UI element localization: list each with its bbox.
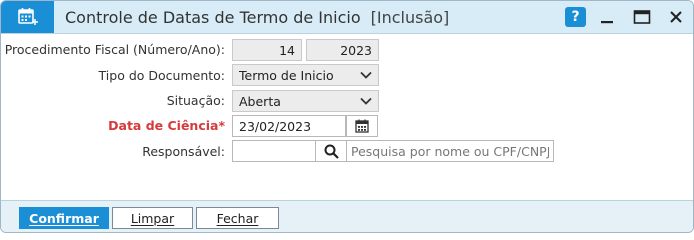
chevron-down-icon <box>360 71 372 79</box>
footer-bar: Confirmar Limpar Fechar <box>1 200 693 232</box>
help-icon: ? <box>571 9 580 25</box>
confirm-button[interactable]: Confirmar <box>19 207 109 229</box>
responsavel-code-field[interactable] <box>232 140 316 162</box>
procedimento-ano-value: 2023 <box>340 42 372 58</box>
chevron-down-icon <box>360 97 372 105</box>
procedimento-ano-field: 2023 <box>306 39 379 61</box>
window-title: Controle de Datas de Termo de Inicio [Inc… <box>65 8 449 27</box>
procedimento-label: Procedimento Fiscal (Número/Ano): <box>4 42 225 57</box>
data-ciencia-input[interactable] <box>239 118 339 134</box>
calendar-icon <box>355 119 369 133</box>
responsavel-search-input[interactable] <box>351 143 549 159</box>
close-form-button[interactable]: Fechar <box>196 207 279 229</box>
calendar-plus-icon <box>1 1 54 33</box>
close-icon <box>669 11 682 23</box>
responsavel-search-button[interactable] <box>315 140 347 162</box>
minimize-button[interactable] <box>596 7 617 27</box>
help-button[interactable]: ? <box>565 7 586 27</box>
responsavel-search-field[interactable] <box>346 140 554 162</box>
procedimento-numero-value: 14 <box>279 42 295 58</box>
responsavel-code-input[interactable] <box>239 143 309 159</box>
tipo-documento-select[interactable]: Termo de Inicio <box>232 64 379 86</box>
calendar-button[interactable] <box>346 115 378 137</box>
maximize-icon <box>633 10 650 24</box>
close-button[interactable] <box>665 7 686 27</box>
minimize-icon <box>600 21 613 24</box>
situacao-value: Aberta <box>239 93 281 109</box>
clear-button[interactable]: Limpar <box>112 207 193 229</box>
window-mode: [Inclusão] <box>370 8 450 27</box>
search-icon <box>324 144 339 159</box>
data-ciencia-field[interactable] <box>232 115 346 137</box>
tipo-documento-value: Termo de Inicio <box>239 67 334 83</box>
data-ciencia-label: Data de Ciência* <box>108 118 225 133</box>
procedimento-numero-field: 14 <box>232 39 302 61</box>
tipo-documento-label: Tipo do Documento: <box>98 68 225 83</box>
dialog-window: Controle de Datas de Termo de Inicio [Inc… <box>0 0 694 233</box>
window-title-text: Controle de Datas de Termo de Inicio <box>65 8 361 27</box>
situacao-select[interactable]: Aberta <box>232 90 379 112</box>
title-bar: Controle de Datas de Termo de Inicio [Inc… <box>1 1 693 34</box>
responsavel-label: Responsável: <box>142 144 225 159</box>
situacao-label: Situação: <box>166 93 225 108</box>
maximize-button[interactable] <box>631 7 652 27</box>
